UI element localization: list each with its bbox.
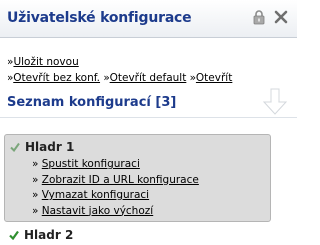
config-list-title: Seznam konfigurací [3] — [7, 95, 177, 110]
save-new-link[interactable]: Uložit novou — [13, 56, 78, 68]
lock-icon[interactable] — [253, 10, 265, 25]
config-item-name: Hladr 1 — [25, 140, 75, 154]
check-icon — [10, 142, 20, 152]
open-default-link[interactable]: Otevřít default — [110, 72, 187, 84]
delete-config-link[interactable]: Vymazat konfiguraci — [42, 189, 149, 201]
config-item-header[interactable]: Hladr 1 — [10, 139, 74, 155]
run-config-link[interactable]: Spustit konfiguraci — [42, 158, 140, 170]
bullet-prefix: » — [32, 189, 42, 201]
open-without-conf-link[interactable]: Otevřít bez konf. — [13, 72, 100, 84]
bullet-prefix: » — [32, 173, 42, 186]
show-id-url-link[interactable]: Zobrazit ID a URL konfigurace — [42, 174, 199, 186]
open-link[interactable]: Otevřít — [196, 72, 232, 84]
config-item-name: Hladr 2 — [24, 228, 74, 242]
set-default-link[interactable]: Nastavit jako výchozí — [42, 205, 153, 217]
config-actions: »Uložit novou »Otevřít bez konf. »Otevří… — [7, 54, 232, 86]
config-item[interactable]: Hladr 2 — [9, 228, 73, 242]
panel-title: Uživatelské konfigurace — [7, 10, 192, 26]
section-divider — [0, 117, 297, 118]
close-icon[interactable] — [274, 10, 288, 24]
bullet-prefix: » — [32, 158, 42, 170]
down-arrow-icon[interactable] — [262, 88, 288, 116]
check-icon — [9, 230, 19, 240]
bullet-prefix: » — [32, 204, 42, 217]
config-item-actions: » Spustit konfiguraci » Zobrazit ID a UR… — [32, 157, 199, 219]
panel-header: Uživatelské konfigurace — [0, 0, 297, 38]
config-item-selected[interactable]: Hladr 1 » Spustit konfiguraci » Zobrazit… — [4, 134, 271, 222]
